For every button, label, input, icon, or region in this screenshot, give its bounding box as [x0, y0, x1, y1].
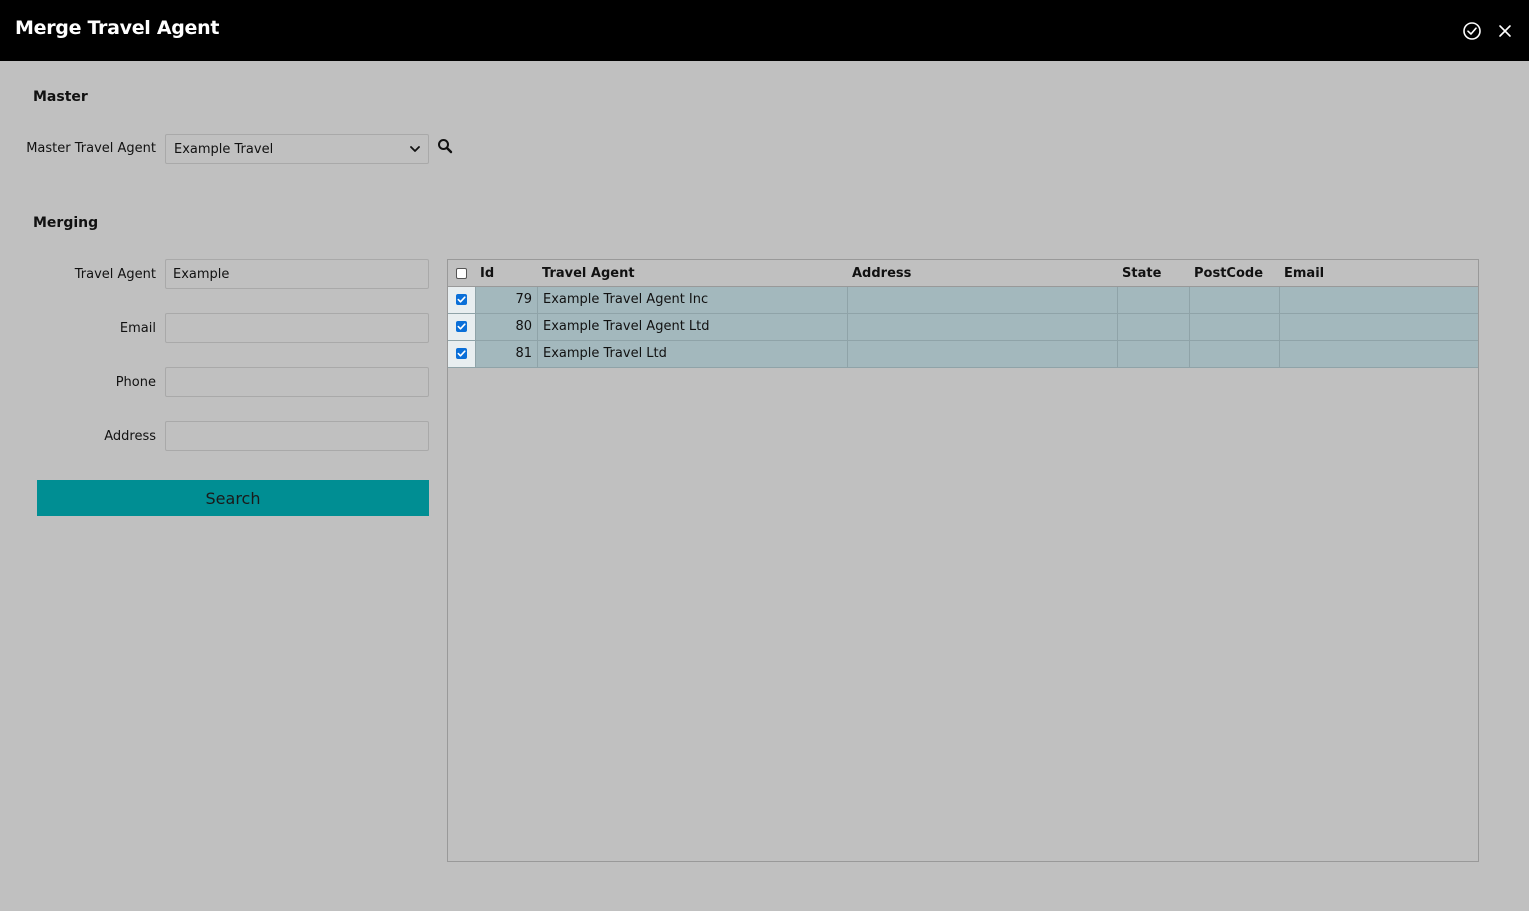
cell-id: 79 [476, 287, 538, 313]
address-label: Address [104, 429, 156, 444]
table-row[interactable]: 79 Example Travel Agent Inc [448, 287, 1478, 314]
cell-travel-agent: Example Travel Ltd [538, 341, 848, 367]
phone-input[interactable] [165, 367, 429, 397]
cell-postcode [1190, 341, 1280, 367]
merging-section-title: Merging [33, 215, 99, 231]
row-checkbox[interactable] [456, 348, 467, 359]
row-checkbox[interactable] [456, 294, 467, 305]
column-header-email[interactable]: Email [1284, 266, 1324, 281]
title-bar: Merge Travel Agent [0, 0, 1529, 61]
close-icon [1499, 25, 1511, 37]
cell-id: 81 [476, 341, 538, 367]
address-input[interactable] [165, 421, 429, 451]
chevron-down-icon [410, 146, 420, 152]
confirm-button[interactable] [1461, 20, 1483, 42]
search-button[interactable]: Search [37, 480, 429, 516]
master-travel-agent-label: Master Travel Agent [26, 141, 156, 156]
table-row[interactable]: 81 Example Travel Ltd [448, 341, 1478, 368]
email-input[interactable] [165, 313, 429, 343]
check-icon [457, 350, 466, 357]
cell-state [1118, 287, 1190, 313]
phone-label: Phone [115, 375, 156, 390]
check-icon [457, 296, 466, 303]
row-checkbox-cell [448, 341, 476, 367]
column-header-postcode[interactable]: PostCode [1194, 266, 1263, 281]
select-all-checkbox[interactable] [456, 268, 467, 279]
column-header-address[interactable]: Address [852, 266, 911, 281]
cell-email [1280, 314, 1478, 340]
close-button[interactable] [1494, 20, 1516, 42]
travel-agent-label: Travel Agent [74, 267, 156, 282]
column-header-id[interactable]: Id [480, 266, 494, 281]
cell-address [848, 341, 1118, 367]
search-icon [438, 139, 453, 154]
master-section-title: Master [33, 89, 88, 105]
grid-header: Id Travel Agent Address State PostCode E… [448, 260, 1478, 287]
cell-travel-agent: Example Travel Agent Ltd [538, 314, 848, 340]
row-checkbox[interactable] [456, 321, 467, 332]
cell-postcode [1190, 314, 1280, 340]
master-travel-agent-select[interactable]: Example Travel [165, 134, 429, 164]
cell-address [848, 287, 1118, 313]
column-header-state[interactable]: State [1122, 266, 1161, 281]
cell-id: 80 [476, 314, 538, 340]
window-title: Merge Travel Agent [15, 17, 220, 39]
cell-state [1118, 341, 1190, 367]
travel-agent-input[interactable] [165, 259, 429, 289]
email-label: Email [119, 321, 156, 336]
master-search-button[interactable] [437, 138, 453, 154]
cell-address [848, 314, 1118, 340]
row-checkbox-cell [448, 314, 476, 340]
row-checkbox-cell [448, 287, 476, 313]
check-circle-icon [1463, 22, 1481, 40]
column-header-travel-agent[interactable]: Travel Agent [542, 266, 635, 281]
table-row[interactable]: 80 Example Travel Agent Ltd [448, 314, 1478, 341]
results-grid: Id Travel Agent Address State PostCode E… [447, 259, 1479, 862]
cell-email [1280, 287, 1478, 313]
cell-email [1280, 341, 1478, 367]
master-travel-agent-value: Example Travel [174, 141, 274, 157]
check-icon [457, 323, 466, 330]
cell-state [1118, 314, 1190, 340]
cell-travel-agent: Example Travel Agent Inc [538, 287, 848, 313]
cell-postcode [1190, 287, 1280, 313]
